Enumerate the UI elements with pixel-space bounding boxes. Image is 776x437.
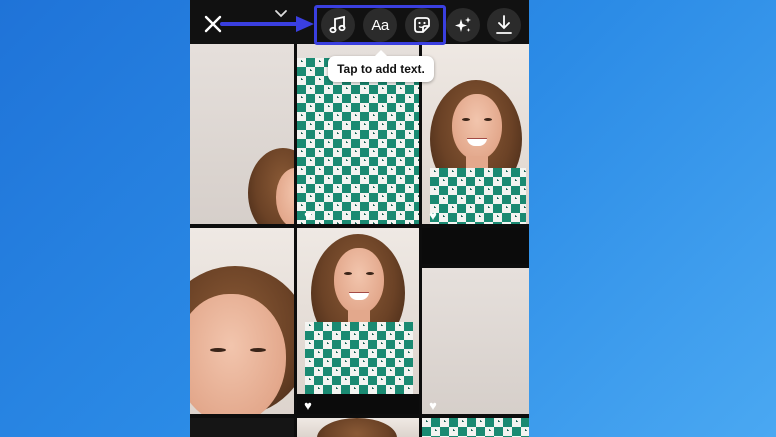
photo-shirt-pattern bbox=[297, 58, 419, 224]
arrow-right-icon bbox=[220, 16, 314, 32]
collage-tile-1 bbox=[190, 38, 294, 224]
collage-tile-9 bbox=[422, 418, 529, 437]
photo-shirt-pattern bbox=[430, 168, 526, 224]
toolbar-highlight-box bbox=[314, 5, 446, 45]
photo-shirt-pattern bbox=[305, 322, 413, 394]
add-text-tooltip: Tap to add text. bbox=[328, 50, 434, 82]
collage-tile-5 bbox=[297, 228, 419, 394]
photo-face bbox=[334, 248, 384, 314]
collage-tile-7 bbox=[190, 418, 294, 437]
photo-eye bbox=[484, 118, 492, 121]
tooltip-text: Tap to add text. bbox=[337, 62, 425, 76]
sparkles-icon bbox=[455, 17, 471, 32]
photo-eye bbox=[462, 118, 470, 121]
collage-tile-3: ♥ bbox=[422, 38, 529, 224]
collage-tile-6: ♥ bbox=[422, 268, 529, 414]
photo-eye bbox=[344, 272, 352, 275]
photo-eye bbox=[250, 348, 266, 352]
like-heart-icon[interactable]: ♥ bbox=[301, 209, 315, 222]
photo-hair bbox=[317, 418, 397, 437]
photo-face bbox=[452, 94, 502, 160]
collage-tile-6-top bbox=[422, 228, 529, 264]
like-heart-icon[interactable]: ♥ bbox=[301, 399, 315, 412]
download-icon bbox=[496, 15, 512, 34]
effects-button[interactable] bbox=[446, 8, 480, 42]
collage-tile-8 bbox=[297, 418, 419, 437]
photo-shirt-pattern bbox=[422, 418, 529, 437]
download-button[interactable] bbox=[487, 8, 521, 42]
like-heart-icon[interactable]: ♥ bbox=[426, 209, 440, 222]
collage-gap: ♥ bbox=[297, 394, 419, 414]
photo-eye bbox=[366, 272, 374, 275]
like-heart-icon[interactable]: ♥ bbox=[426, 399, 440, 412]
collage-tile-4 bbox=[190, 228, 294, 414]
photo-eye bbox=[210, 348, 226, 352]
